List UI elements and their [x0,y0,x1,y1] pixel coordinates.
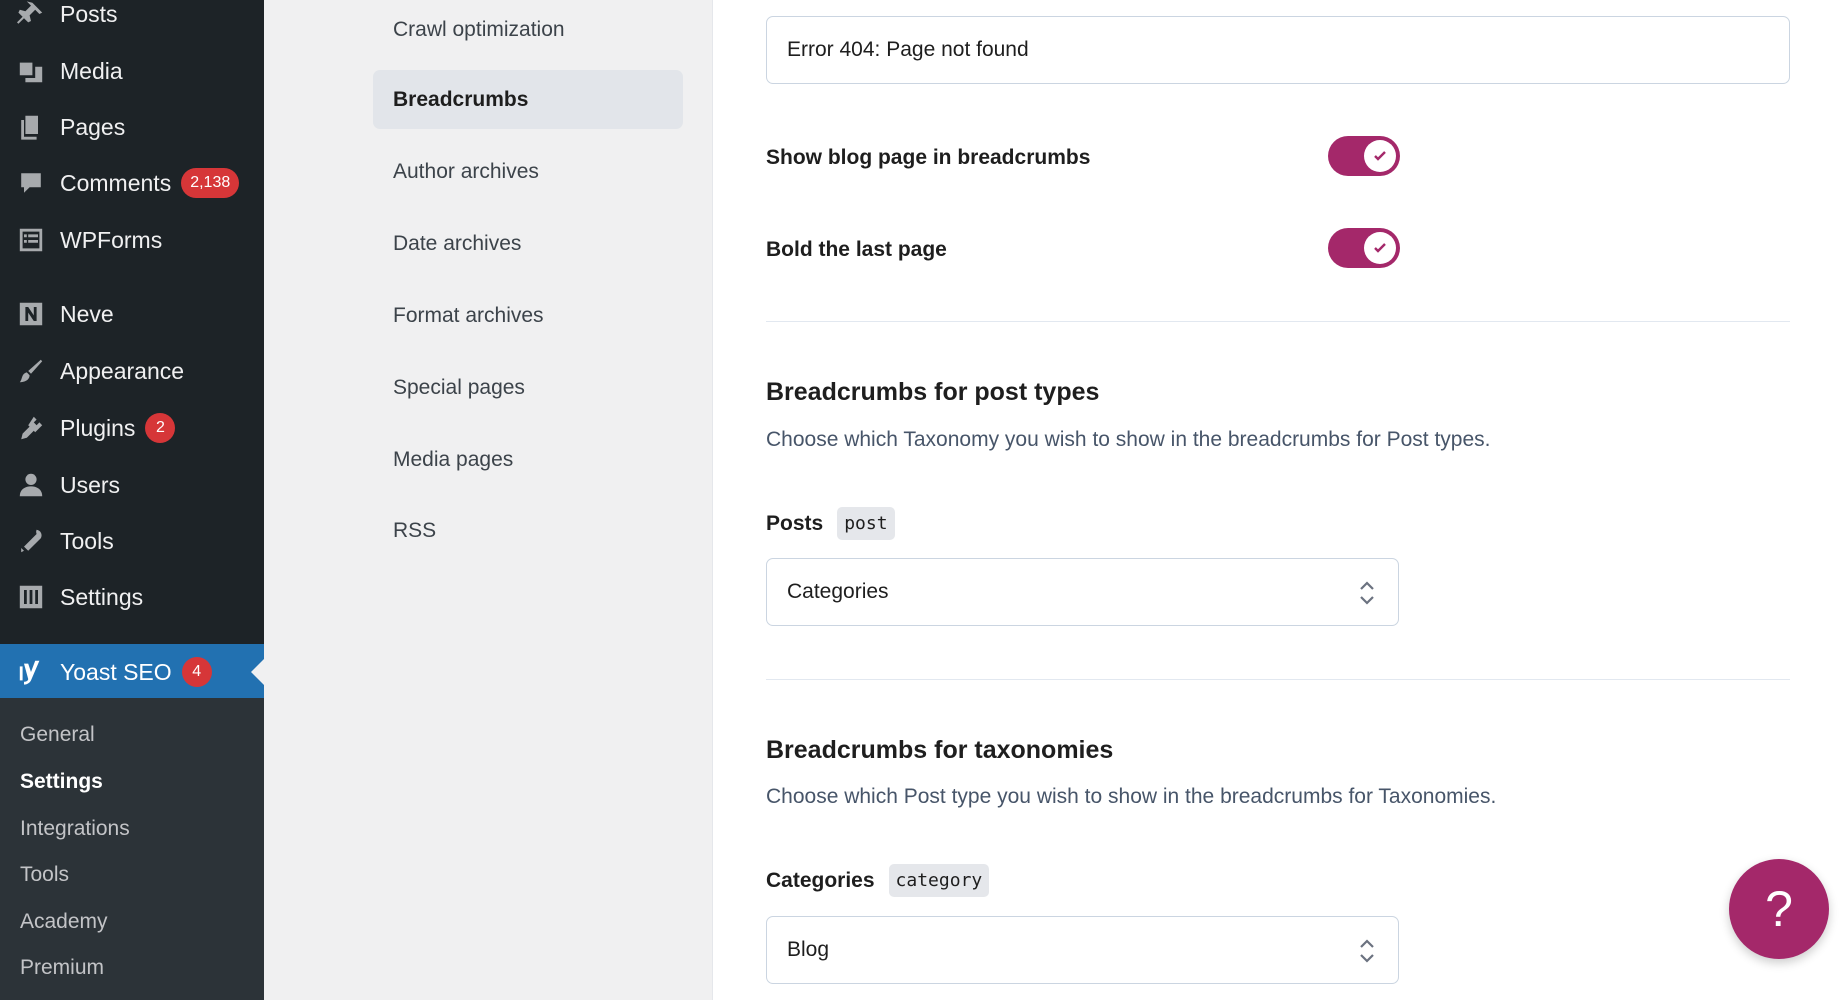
submenu-premium[interactable]: Premium [20,956,104,980]
current-menu-arrow [251,659,264,685]
check-icon [1374,151,1386,161]
taxonomy-code: category [888,864,990,897]
menu-neve[interactable]: Neve [0,286,264,342]
menu-wpforms-label: WPForms [60,226,163,253]
menu-users[interactable]: Users [0,457,264,513]
nav-author-archives[interactable]: Author archives [373,142,683,201]
neve-logo-icon [14,299,48,329]
user-icon [14,470,48,500]
posts-label-text: Posts [766,511,824,535]
admin-sidebar: Posts Media Pages Comments 2,138 WPForms… [0,0,264,1000]
toggle-knob [1364,232,1396,264]
wrench-icon [14,526,48,556]
menu-settings[interactable]: Settings [0,569,264,625]
settings-navigation: Crawl optimization Breadcrumbs Author ar… [264,0,712,1000]
menu-comments[interactable]: Comments 2,138 [0,155,264,211]
categories-label-text: Categories [766,868,875,892]
show-blog-page-label: Show blog page in breadcrumbs [766,146,1091,169]
select-chevron-icon [1360,581,1374,605]
categories-field-label: Categories category [766,864,990,897]
menu-posts-label: Posts [60,0,118,27]
nav-breadcrumbs[interactable]: Breadcrumbs [373,70,683,129]
categories-post-type-select[interactable]: Blog [766,916,1399,984]
nav-format-archives[interactable]: Format archives [373,286,683,345]
post-types-section-description: Choose which Taxonomy you wish to show i… [766,428,1491,451]
menu-comments-label: Comments [60,169,172,196]
posts-taxonomy-select[interactable]: Categories [766,558,1399,626]
check-icon [1374,243,1386,253]
menu-tools-label: Tools [60,527,114,554]
menu-yoast-seo-label: Yoast SEO [60,658,172,685]
help-button[interactable]: ? [1729,859,1829,959]
menu-users-label: Users [60,471,121,498]
menu-tools[interactable]: Tools [0,513,264,569]
menu-plugins[interactable]: Plugins 2 [0,400,264,456]
menu-media[interactable]: Media [0,43,264,99]
pages-icon [14,112,48,142]
menu-posts[interactable]: Posts [0,0,264,42]
menu-pages[interactable]: Pages [0,99,264,155]
menu-media-label: Media [60,57,123,84]
select-chevron-icon [1360,939,1374,963]
paintbrush-icon [14,356,48,386]
menu-yoast-seo[interactable]: Yoast SEO 4 [0,644,264,700]
nav-special-pages[interactable]: Special pages [373,358,683,417]
nav-media-pages[interactable]: Media pages [373,430,683,489]
submenu-settings[interactable]: Settings [20,770,103,794]
breadcrumb-404-input[interactable]: Error 404: Page not found [766,16,1790,84]
media-icon [14,56,48,86]
submenu-general[interactable]: General [20,723,95,747]
taxonomies-section-description: Choose which Post type you wish to show … [766,785,1497,808]
submenu-tools[interactable]: Tools [20,863,69,887]
taxonomies-section-title: Breadcrumbs for taxonomies [766,736,1114,764]
breadcrumbs-settings-panel: Error 404: Page not found Show blog page… [712,0,1845,1000]
yoast-notification-badge: 4 [181,657,212,687]
menu-pages-label: Pages [60,113,126,140]
plugin-icon [14,413,48,443]
toggle-knob [1364,140,1396,172]
menu-neve-label: Neve [60,300,114,327]
yoast-submenu: General Settings Integrations Tools Acad… [0,698,264,1000]
show-blog-page-toggle[interactable] [1328,136,1400,176]
nav-crawl-optimization[interactable]: Crawl optimization [373,0,683,59]
nav-rss[interactable]: RSS [373,501,683,560]
menu-appearance-label: Appearance [60,357,185,384]
section-divider [766,321,1790,322]
plugins-update-badge: 2 [145,413,176,443]
menu-appearance[interactable]: Appearance [0,343,264,399]
post-types-section-title: Breadcrumbs for post types [766,378,1100,406]
section-divider [766,679,1790,680]
menu-plugins-label: Plugins [60,414,136,441]
categories-post-type-value: Blog [787,938,830,961]
menu-settings-label: Settings [60,583,144,610]
bold-last-page-label: Bold the last page [766,238,947,261]
posts-taxonomy-value: Categories [787,580,889,603]
menu-wpforms[interactable]: WPForms [0,212,264,268]
comment-icon [14,168,48,198]
nav-date-archives[interactable]: Date archives [373,214,683,273]
post-type-code: post [837,507,895,540]
pushpin-icon [14,0,48,29]
submenu-integrations[interactable]: Integrations [20,817,130,841]
yoast-logo-icon [14,657,48,687]
submenu-academy[interactable]: Academy [20,910,108,934]
bold-last-page-toggle[interactable] [1328,228,1400,268]
settings-sliders-icon [14,582,48,612]
comments-count-badge: 2,138 [181,168,240,198]
posts-field-label: Posts post [766,507,895,540]
form-icon [14,225,48,255]
